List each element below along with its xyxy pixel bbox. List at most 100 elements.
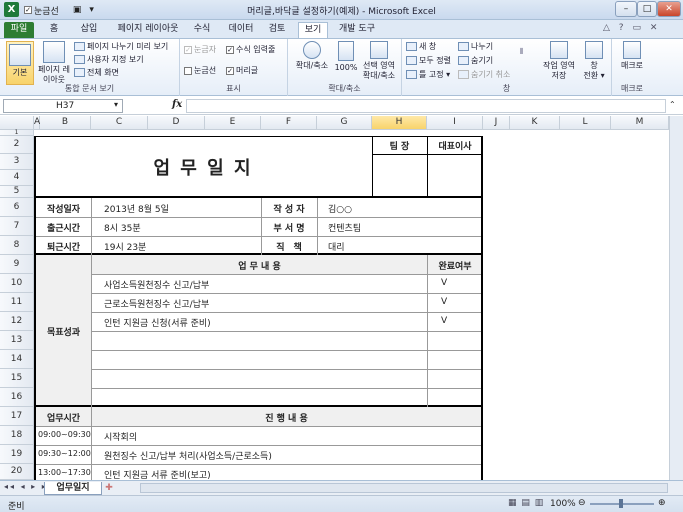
page-layout-status-icon[interactable]: ▤ xyxy=(521,498,530,508)
switch-windows-button[interactable]: 창 전환 ▾ xyxy=(580,41,608,81)
normal-view-button[interactable]: 기본 xyxy=(6,41,34,85)
formula-bar-checkbox[interactable]: ✓ 수식 입력줄 xyxy=(226,45,275,55)
normal-view-status-icon[interactable]: ▦ xyxy=(508,498,517,508)
goal-done-1[interactable]: V xyxy=(441,278,447,288)
tab-page-layout[interactable]: 페이지 레이아웃 xyxy=(110,22,186,38)
insert-sheet-icon[interactable]: ✚ xyxy=(102,482,116,495)
zoom-to-selection-button[interactable]: 선택 영역 확대/축소 xyxy=(360,41,398,81)
schedule-time-3[interactable]: 13:00~17:30 xyxy=(38,468,91,477)
zoom-level[interactable]: 100% xyxy=(550,499,576,509)
goal-done-2[interactable]: V xyxy=(441,297,447,307)
tab-insert[interactable]: 삽입 xyxy=(74,22,104,38)
info-value-department[interactable]: 컨텐츠팀 xyxy=(328,221,361,234)
schedule-time-1[interactable]: 09:00~09:30 xyxy=(38,430,91,439)
row-header-18[interactable]: 18 xyxy=(0,426,34,445)
goal-task-3[interactable]: 인턴 지원금 신청(서류 준비) xyxy=(104,316,211,329)
row-header-10[interactable]: 10 xyxy=(0,274,34,293)
sheet-tab-work-log[interactable]: 업무일지 xyxy=(44,482,102,495)
page-layout-view-button[interactable]: 페이지 레이아웃 xyxy=(38,41,70,85)
row-header-17[interactable]: 17 xyxy=(0,407,34,426)
column-header-g[interactable]: G xyxy=(317,116,372,130)
vertical-scrollbar[interactable] xyxy=(669,116,683,480)
row-header-20[interactable]: 20 xyxy=(0,464,34,480)
row-header-19[interactable]: 19 xyxy=(0,445,34,464)
maximize-button[interactable]: □ xyxy=(637,1,657,17)
tab-formulas[interactable]: 수식 xyxy=(190,22,214,38)
zoom-slider-thumb[interactable] xyxy=(619,499,623,508)
insert-function-icon[interactable]: fx xyxy=(172,99,182,110)
minimize-button[interactable]: – xyxy=(615,1,637,17)
row-header-5[interactable]: 5 xyxy=(0,186,34,198)
horizontal-scrollbar[interactable] xyxy=(140,483,668,493)
tab-view[interactable]: 보기 xyxy=(298,22,328,38)
zoom-100-button[interactable]: 100% xyxy=(334,41,358,73)
schedule-task-2[interactable]: 원천징수 신고/납부 처리(사업소득/근로소득) xyxy=(104,449,272,462)
tab-home[interactable]: 홈 xyxy=(44,22,64,38)
column-header-m[interactable]: M xyxy=(611,116,669,130)
column-header-l[interactable]: L xyxy=(560,116,611,130)
row-header-9[interactable]: 9 xyxy=(0,255,34,274)
hide-button[interactable]: 숨기기 xyxy=(458,56,493,66)
schedule-task-1[interactable]: 시작회의 xyxy=(104,430,137,443)
name-box-dropdown-icon[interactable]: ▾ xyxy=(114,100,118,109)
row-header-13[interactable]: 13 xyxy=(0,331,34,350)
row-header-4[interactable]: 4 xyxy=(0,170,34,186)
column-header-k[interactable]: K xyxy=(510,116,560,130)
select-all-corner[interactable] xyxy=(0,116,34,130)
info-value-checkin[interactable]: 8시 35분 xyxy=(104,221,141,234)
window-restore-icon[interactable]: ▭ xyxy=(632,23,641,33)
headings-checkbox[interactable]: ✓ 머리글 xyxy=(226,66,258,76)
info-value-author[interactable]: 김○○ xyxy=(328,202,352,215)
worksheet-grid[interactable]: A B C D E F G H I J K L M 1 2 3 4 5 6 7 … xyxy=(0,116,683,480)
column-header-b[interactable]: B xyxy=(40,116,91,130)
page-break-preview-button[interactable]: 페이지 나누기 미리 보기 xyxy=(74,42,168,52)
tab-file[interactable]: 파일 xyxy=(4,22,34,38)
view-side-by-side-icon[interactable]: ⫴ xyxy=(520,47,523,56)
window-close-icon[interactable]: ✕ xyxy=(650,23,658,33)
save-workspace-button[interactable]: 작업 영역 저장 xyxy=(542,41,576,81)
row-header-6[interactable]: 6 xyxy=(0,198,34,217)
name-box[interactable]: H37 xyxy=(3,99,123,113)
row-header-16[interactable]: 16 xyxy=(0,388,34,407)
row-header-15[interactable]: 15 xyxy=(0,369,34,388)
info-value-date[interactable]: 2013년 8월 5일 xyxy=(104,202,169,215)
row-header-2[interactable]: 2 xyxy=(0,136,34,154)
column-header-h[interactable]: H xyxy=(372,116,427,130)
unhide-button[interactable]: 숨기기 취소 xyxy=(458,70,510,80)
new-window-button[interactable]: 새 창 xyxy=(406,42,436,52)
arrange-all-button[interactable]: 모두 정렬 xyxy=(406,56,451,66)
ruler-checkbox[interactable]: ✓ 눈금자 xyxy=(184,45,216,55)
schedule-time-2[interactable]: 09:30~12:00 xyxy=(38,449,91,458)
freeze-panes-button[interactable]: 틀 고정 ▾ xyxy=(406,70,450,80)
tab-developer[interactable]: 개발 도구 xyxy=(334,22,380,38)
row-header-11[interactable]: 11 xyxy=(0,293,34,312)
row-header-14[interactable]: 14 xyxy=(0,350,34,369)
column-header-e[interactable]: E xyxy=(205,116,261,130)
zoom-button[interactable]: 확대/축소 xyxy=(292,41,332,71)
goal-task-2[interactable]: 근로소득원천징수 신고/납부 xyxy=(104,297,209,310)
column-header-j[interactable]: J xyxy=(483,116,510,130)
goal-task-1[interactable]: 사업소득원천징수 신고/납부 xyxy=(104,278,209,291)
column-header-f[interactable]: F xyxy=(261,116,317,130)
column-header-i[interactable]: I xyxy=(427,116,483,130)
gridlines-checkbox[interactable]: 눈금선 xyxy=(184,66,216,76)
macros-button[interactable]: 매크로 xyxy=(616,41,648,71)
zoom-out-icon[interactable]: ⊖ xyxy=(578,498,586,508)
help-icon[interactable]: ? xyxy=(619,23,624,33)
close-button[interactable]: ✕ xyxy=(657,1,681,17)
schedule-task-3[interactable]: 인턴 지원금 서류 준비(보고) xyxy=(104,468,211,480)
split-button[interactable]: 나누기 xyxy=(458,42,493,52)
info-value-position[interactable]: 대리 xyxy=(328,240,345,253)
expand-formula-bar-icon[interactable]: ⌃ xyxy=(669,100,676,109)
formula-input[interactable] xyxy=(186,99,666,113)
tab-data[interactable]: 데이터 xyxy=(224,22,258,38)
row-header-3[interactable]: 3 xyxy=(0,154,34,170)
tab-review[interactable]: 검토 xyxy=(262,22,292,38)
page-break-status-icon[interactable]: ▥ xyxy=(535,498,544,508)
info-value-checkout[interactable]: 19시 23분 xyxy=(104,240,146,253)
row-header-8[interactable]: 8 xyxy=(0,236,34,255)
row-header-7[interactable]: 7 xyxy=(0,217,34,236)
row-header-12[interactable]: 12 xyxy=(0,312,34,331)
minimize-ribbon-icon[interactable]: △ xyxy=(603,23,610,33)
goal-done-3[interactable]: V xyxy=(441,316,447,326)
